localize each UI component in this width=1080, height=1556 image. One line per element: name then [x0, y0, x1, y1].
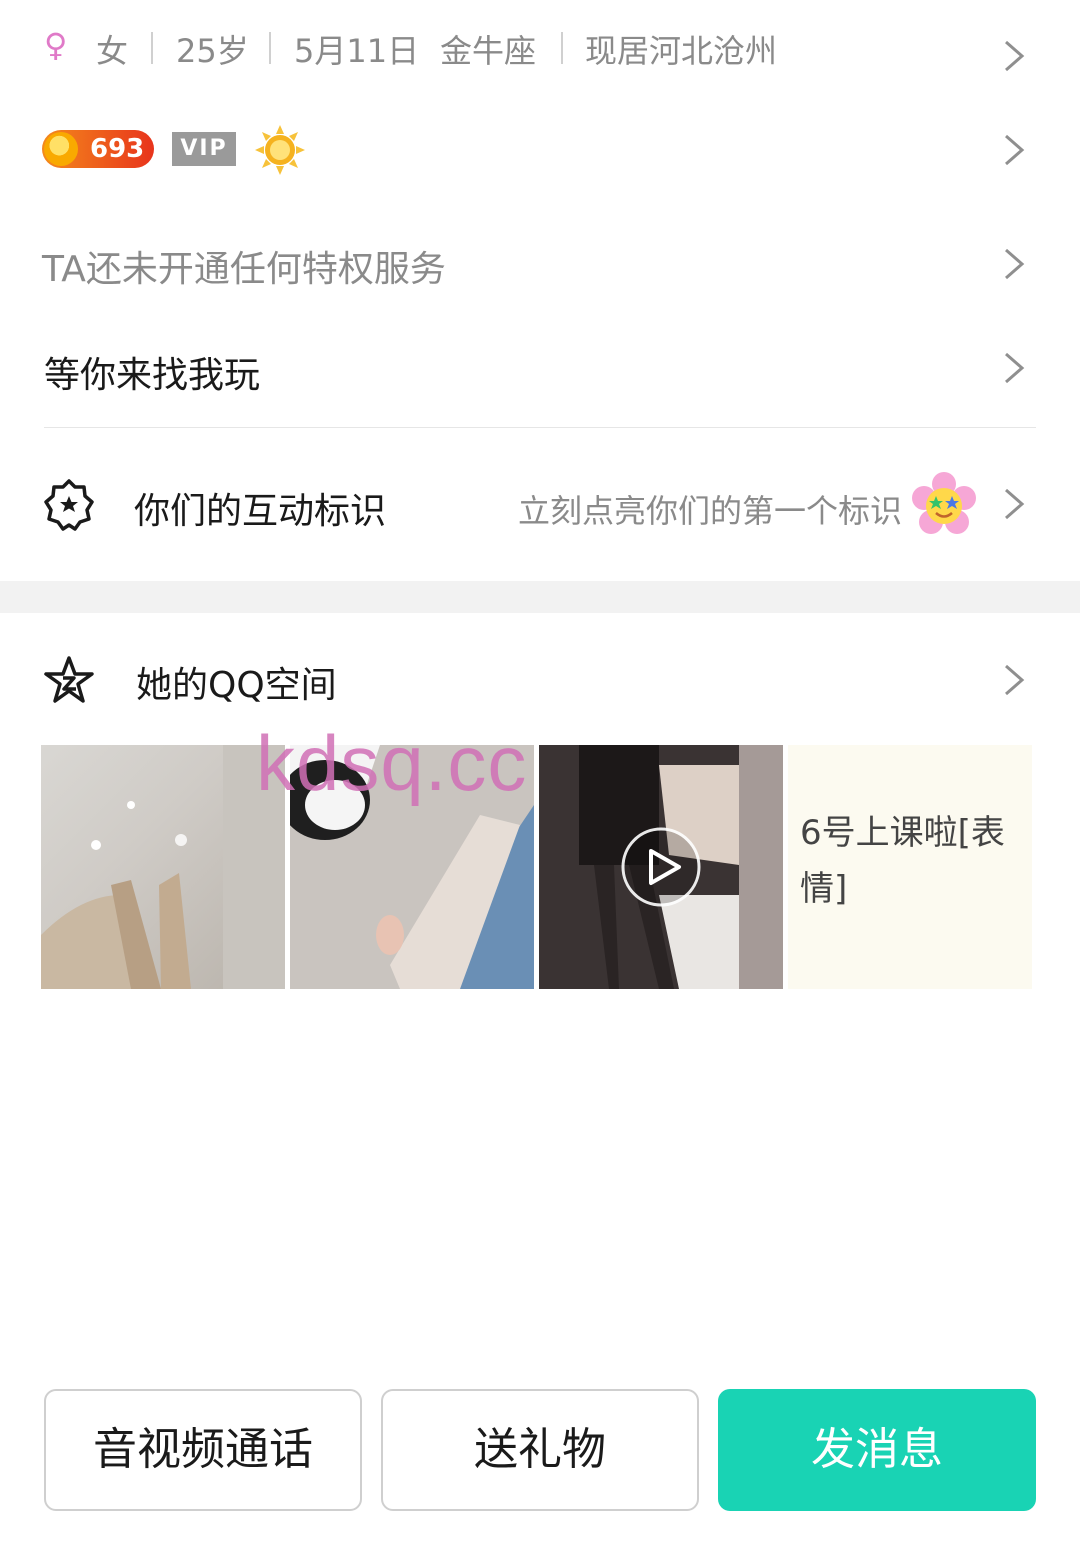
badge-star-icon: [42, 478, 96, 532]
signature-text: 等你来找我玩: [44, 355, 261, 396]
birthday-text: 5月11日: [294, 32, 420, 70]
coin-level-badge: 693: [42, 130, 154, 168]
coin-count: 693: [90, 134, 145, 164]
separator: [561, 32, 563, 64]
location-text: 现居河北沧州: [585, 32, 778, 70]
flower-emoji-icon: [912, 472, 976, 536]
gender-text: 女: [96, 32, 129, 70]
badges-row[interactable]: 693 VIP: [0, 120, 1080, 180]
watermark: kdsq.cc: [256, 719, 528, 807]
chevron-right-icon: [998, 660, 1028, 700]
sun-level-icon: [254, 124, 306, 176]
play-icon[interactable]: [619, 825, 703, 909]
age-text: 25岁: [176, 32, 249, 70]
qzone-text-post[interactable]: 6号上课啦[表情]: [788, 745, 1032, 989]
coin-icon: [44, 132, 78, 166]
qzone-row[interactable]: 她的QQ空间: [0, 646, 1080, 718]
section-gap: [0, 581, 1080, 613]
send-gift-button[interactable]: 送礼物: [381, 1389, 699, 1511]
profile-info-row[interactable]: ♀ 女 25岁 5月11日 金牛座 现居河北沧州: [0, 18, 1080, 82]
interaction-title: 你们的互动标识: [134, 491, 387, 532]
chevron-right-icon: [998, 348, 1028, 388]
interaction-hint: 立刻点亮你们的第一个标识: [517, 492, 902, 530]
zodiac-text: 金牛座: [440, 32, 537, 70]
female-icon: ♀: [44, 26, 68, 64]
chevron-right-icon: [998, 484, 1028, 524]
qzone-title: 她的QQ空间: [136, 665, 337, 706]
privilege-row[interactable]: TA还未开通任何特权服务: [0, 232, 1080, 296]
separator: [269, 32, 271, 64]
interaction-marks-row[interactable]: 你们的互动标识 立刻点亮你们的第一个标识: [0, 470, 1080, 542]
video-call-button[interactable]: 音视频通话: [44, 1389, 362, 1511]
signature-row[interactable]: 等你来找我玩: [0, 338, 1080, 402]
chevron-right-icon: [998, 36, 1028, 76]
qzone-video[interactable]: [539, 745, 783, 989]
privilege-text: TA还未开通任何特权服务: [42, 249, 446, 290]
divider: [44, 427, 1036, 428]
send-message-button[interactable]: 发消息: [718, 1389, 1036, 1511]
chevron-right-icon: [998, 244, 1028, 284]
post-text: 6号上课啦[表情]: [800, 813, 1005, 909]
qzone-star-icon: [42, 654, 96, 708]
qzone-photo[interactable]: [41, 745, 285, 989]
separator: [151, 32, 153, 64]
chevron-right-icon: [998, 130, 1028, 170]
vip-badge: VIP: [172, 132, 236, 166]
